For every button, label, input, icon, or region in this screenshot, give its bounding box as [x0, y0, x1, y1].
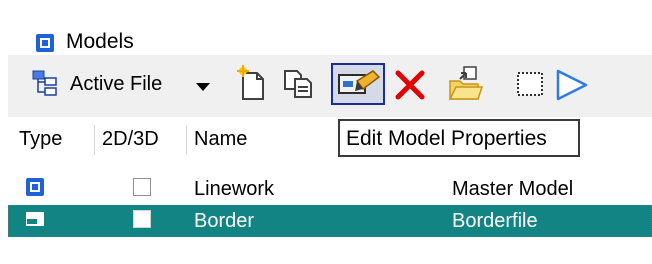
model-description: Borderfile: [452, 210, 538, 232]
column-header-type[interactable]: Type: [19, 128, 62, 151]
edit-properties-icon: [338, 70, 381, 94]
model-icon: [26, 178, 44, 196]
delete-icon: [395, 70, 425, 100]
active-file-dropdown[interactable]: Active File: [28, 66, 228, 102]
2d3d-checkbox[interactable]: [133, 210, 151, 228]
table-row[interactable]: Linework Master Model: [8, 173, 652, 205]
column-header-2d3d[interactable]: 2D/3D: [102, 128, 159, 151]
edit-model-properties-button[interactable]: [331, 63, 385, 105]
2d3d-checkbox[interactable]: [133, 178, 151, 196]
column-divider[interactable]: [94, 125, 95, 155]
chevron-down-icon: [196, 83, 210, 91]
triangle-icon: [556, 69, 588, 101]
new-model-button[interactable]: [235, 65, 271, 103]
new-document-icon: [237, 65, 264, 100]
active-file-label: Active File: [70, 73, 163, 95]
tooltip: Edit Model Properties: [338, 119, 580, 157]
hierarchy-icon: [32, 70, 62, 100]
model-name: Border: [194, 210, 255, 232]
sheet-model-icon: [26, 210, 44, 228]
column-header-name[interactable]: Name: [194, 128, 247, 151]
import-model-button[interactable]: [448, 65, 484, 103]
model-description: Master Model: [452, 178, 574, 200]
window-title: Models: [66, 30, 134, 53]
table-row-selected[interactable]: Border Borderfile: [8, 205, 652, 237]
model-name: Linework: [194, 178, 275, 200]
column-divider[interactable]: [186, 125, 187, 155]
dotted-rectangle-icon: [517, 72, 543, 96]
toolbar: Active File: [8, 55, 652, 118]
triangle-tool-button[interactable]: [554, 65, 590, 103]
models-app-icon: [36, 34, 54, 52]
copy-model-button[interactable]: [281, 65, 317, 103]
delete-model-button[interactable]: [392, 65, 428, 103]
select-area-button[interactable]: [512, 65, 548, 103]
models-dialog: Models Active File Type 2D/3D Name Linew…: [0, 0, 652, 264]
title-bar: Models: [8, 0, 652, 55]
import-folder-icon: [448, 66, 484, 100]
copy-icon: [284, 70, 312, 98]
